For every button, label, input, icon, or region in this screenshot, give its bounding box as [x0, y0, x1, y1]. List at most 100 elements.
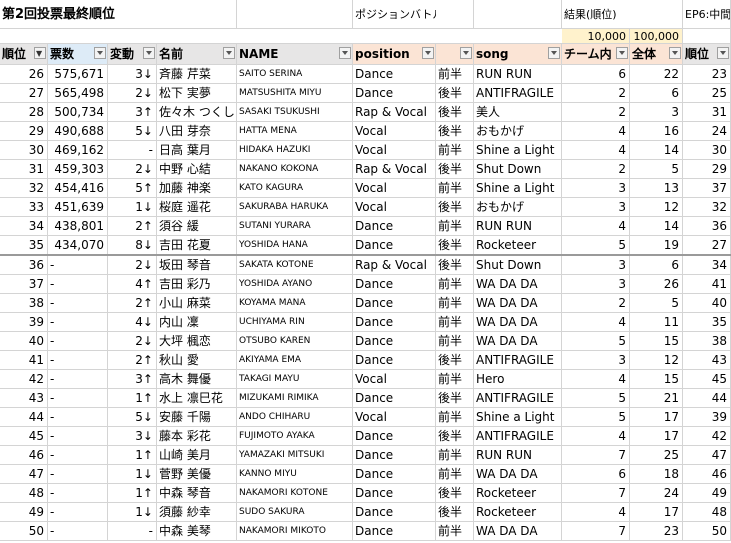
- cell-song[interactable]: WA DA DA: [474, 294, 562, 313]
- cell-song[interactable]: Shut Down: [474, 160, 562, 179]
- cell-team[interactable]: 4: [562, 427, 630, 446]
- cell-rank[interactable]: 29: [0, 122, 48, 141]
- cell-half[interactable]: 前半: [436, 275, 474, 294]
- cell-team[interactable]: 6: [562, 65, 630, 84]
- cell-song[interactable]: ANTIFRAGILE: [474, 84, 562, 103]
- header-name[interactable]: 名前: [157, 44, 237, 65]
- cell-song[interactable]: RUN RUN: [474, 217, 562, 236]
- dropdown-icon[interactable]: [339, 47, 351, 59]
- cell-ep-rank[interactable]: 34: [683, 256, 731, 275]
- cell-change[interactable]: 3↑: [108, 103, 157, 122]
- cell-name[interactable]: 菅野 美優: [157, 465, 237, 484]
- cell-change[interactable]: 2↓: [108, 84, 157, 103]
- cell-rank[interactable]: 42: [0, 370, 48, 389]
- cell-song[interactable]: Hero: [474, 370, 562, 389]
- cell-rank[interactable]: 34: [0, 217, 48, 236]
- cell-song[interactable]: WA DA DA: [474, 313, 562, 332]
- cell-rank[interactable]: 35: [0, 236, 48, 255]
- cell-name[interactable]: 斉藤 芹菜: [157, 65, 237, 84]
- cell-position[interactable]: Rap & Vocal: [353, 256, 436, 275]
- cell-ep-rank[interactable]: 41: [683, 275, 731, 294]
- cell-half[interactable]: 前半: [436, 522, 474, 541]
- cell-song[interactable]: Rocketeer: [474, 503, 562, 522]
- cell-ep-rank[interactable]: 39: [683, 408, 731, 427]
- cell-name[interactable]: 安藤 千陽: [157, 408, 237, 427]
- value-b[interactable]: 100,000: [630, 29, 683, 44]
- cell-name[interactable]: 八田 芽奈: [157, 122, 237, 141]
- cell-overall[interactable]: 22: [630, 65, 683, 84]
- sheet-title[interactable]: 第2回投票最終順位: [0, 0, 157, 29]
- cell[interactable]: [157, 0, 237, 29]
- header-ep-rank[interactable]: 順位: [683, 44, 731, 65]
- cell-name-en[interactable]: SUDO SAKURA: [237, 503, 353, 522]
- dropdown-icon[interactable]: [223, 47, 235, 59]
- cell-team[interactable]: 7: [562, 522, 630, 541]
- cell-song[interactable]: Rocketeer: [474, 484, 562, 503]
- cell-votes[interactable]: -: [48, 427, 108, 446]
- cell-votes[interactable]: 500,734: [48, 103, 108, 122]
- cell-team[interactable]: 3: [562, 256, 630, 275]
- section-label[interactable]: ポジションバトル: [353, 0, 436, 29]
- cell-change[interactable]: 3↓: [108, 65, 157, 84]
- cell-name-en[interactable]: SAITO SERINA: [237, 65, 353, 84]
- cell-position[interactable]: Dance: [353, 84, 436, 103]
- cell-ep-rank[interactable]: 48: [683, 503, 731, 522]
- cell-ep-rank[interactable]: 45: [683, 370, 731, 389]
- cell-change[interactable]: 1↓: [108, 198, 157, 217]
- cell-name[interactable]: 中森 琴音: [157, 484, 237, 503]
- cell-change[interactable]: 5↑: [108, 179, 157, 198]
- dropdown-icon[interactable]: [94, 47, 106, 59]
- cell-ep-rank[interactable]: 50: [683, 522, 731, 541]
- cell-overall[interactable]: 13: [630, 179, 683, 198]
- cell-change[interactable]: -: [108, 522, 157, 541]
- cell-ep-rank[interactable]: 30: [683, 141, 731, 160]
- cell-half[interactable]: 後半: [436, 389, 474, 408]
- cell-name-en[interactable]: SUTANI YURARA: [237, 217, 353, 236]
- cell-song[interactable]: WA DA DA: [474, 275, 562, 294]
- cell-name[interactable]: 坂田 琴音: [157, 256, 237, 275]
- cell-change[interactable]: 4↓: [108, 313, 157, 332]
- cell-change[interactable]: 5↓: [108, 122, 157, 141]
- cell-half[interactable]: 前半: [436, 370, 474, 389]
- cell-change[interactable]: 8↓: [108, 236, 157, 255]
- cell-name[interactable]: 桜庭 遥花: [157, 198, 237, 217]
- cell-ep-rank[interactable]: 43: [683, 351, 731, 370]
- cell-votes[interactable]: -: [48, 351, 108, 370]
- cell-rank[interactable]: 32: [0, 179, 48, 198]
- cell-change[interactable]: 1↓: [108, 503, 157, 522]
- cell-overall[interactable]: 23: [630, 522, 683, 541]
- cell-name-en[interactable]: UCHIYAMA RIN: [237, 313, 353, 332]
- cell-overall[interactable]: 6: [630, 256, 683, 275]
- cell-half[interactable]: 前半: [436, 217, 474, 236]
- cell-change[interactable]: 4↑: [108, 275, 157, 294]
- cell-name-en[interactable]: MATSUSHITA MIYU: [237, 84, 353, 103]
- cell-votes[interactable]: -: [48, 275, 108, 294]
- cell-team[interactable]: 5: [562, 408, 630, 427]
- cell-votes[interactable]: -: [48, 503, 108, 522]
- cell-change[interactable]: 2↓: [108, 160, 157, 179]
- cell-position[interactable]: Dance: [353, 236, 436, 255]
- cell-rank[interactable]: 40: [0, 332, 48, 351]
- cell-team[interactable]: 4: [562, 122, 630, 141]
- cell-half[interactable]: 後半: [436, 84, 474, 103]
- cell-song[interactable]: ANTIFRAGILE: [474, 427, 562, 446]
- cell-half[interactable]: 後半: [436, 503, 474, 522]
- cell-change[interactable]: 2↑: [108, 217, 157, 236]
- cell-overall[interactable]: 16: [630, 122, 683, 141]
- cell-half[interactable]: 後半: [436, 484, 474, 503]
- cell-position[interactable]: Dance: [353, 389, 436, 408]
- cell-name-en[interactable]: SAKURABA HARUKA: [237, 198, 353, 217]
- cell-ep-rank[interactable]: 29: [683, 160, 731, 179]
- cell-name-en[interactable]: NAKAMORI KOTONE: [237, 484, 353, 503]
- cell-name-en[interactable]: AKIYAMA EMA: [237, 351, 353, 370]
- cell-ep-rank[interactable]: 25: [683, 84, 731, 103]
- cell-name[interactable]: 水上 凛巳花: [157, 389, 237, 408]
- cell[interactable]: [683, 29, 731, 44]
- cell-change[interactable]: 5↓: [108, 408, 157, 427]
- cell-position[interactable]: Vocal: [353, 408, 436, 427]
- cell-rank[interactable]: 41: [0, 351, 48, 370]
- cell-half[interactable]: 前半: [436, 465, 474, 484]
- header-position[interactable]: position: [353, 44, 436, 65]
- cell-half[interactable]: 後半: [436, 351, 474, 370]
- cell-rank[interactable]: 39: [0, 313, 48, 332]
